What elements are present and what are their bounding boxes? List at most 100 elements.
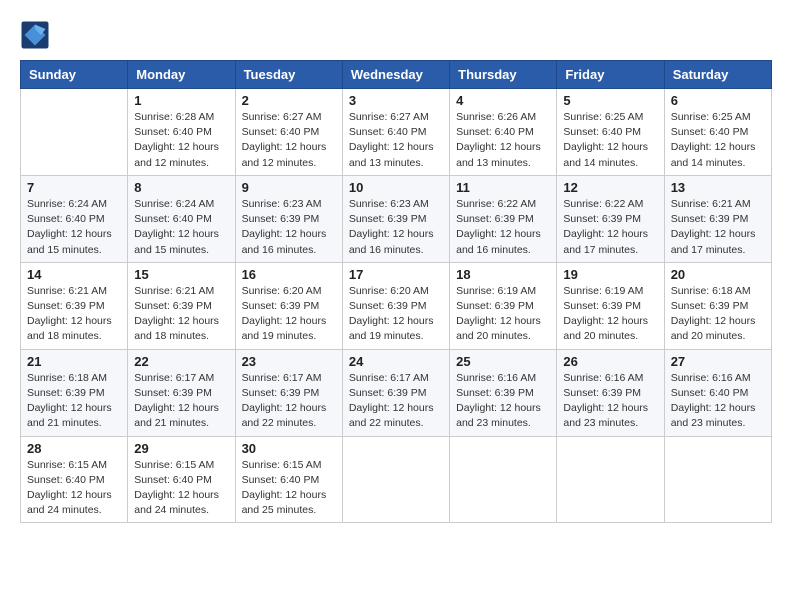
- day-of-week-header: Saturday: [664, 61, 771, 89]
- calendar-cell: 28 Sunrise: 6:15 AMSunset: 6:40 PMDayligh…: [21, 436, 128, 523]
- calendar-cell: 20Sunrise: 6:18 AMSunset: 6:39 PMDayligh…: [664, 262, 771, 349]
- day-number: 4: [456, 93, 550, 108]
- day-number: 25: [456, 354, 550, 369]
- cell-info: Sunrise: 6:24 AMSunset: 6:40 PMDaylight:…: [27, 197, 121, 258]
- calendar-cell: 22 Sunrise: 6:17 AMSunset: 6:39 PMDayligh…: [128, 349, 235, 436]
- day-number: 27: [671, 354, 765, 369]
- cell-info: Sunrise: 6:23 AMSunset: 6:39 PMDaylight:…: [349, 197, 443, 258]
- day-number: 5: [563, 93, 657, 108]
- cell-info: Sunrise: 6:21 AMSunset: 6:39 PMDaylight:…: [671, 197, 765, 258]
- cell-info: Sunrise: 6:15 AMSunset: 6:40 PMDaylight:…: [27, 458, 121, 519]
- cell-info: Sunrise: 6:20 AMSunset: 6:39 PMDaylight:…: [349, 284, 443, 345]
- day-number: 11: [456, 180, 550, 195]
- cell-info: Sunrise: 6:22 AMSunset: 6:39 PMDaylight:…: [563, 197, 657, 258]
- cell-info: Sunrise: 6:15 AMSunset: 6:40 PMDaylight:…: [134, 458, 228, 519]
- cell-info: Sunrise: 6:16 AMSunset: 6:39 PMDaylight:…: [563, 371, 657, 432]
- calendar-cell: 9 Sunrise: 6:23 AMSunset: 6:39 PMDaylight…: [235, 175, 342, 262]
- calendar-cell: 18Sunrise: 6:19 AMSunset: 6:39 PMDayligh…: [450, 262, 557, 349]
- calendar-cell: 24 Sunrise: 6:17 AMSunset: 6:39 PMDayligh…: [342, 349, 449, 436]
- day-number: 16: [242, 267, 336, 282]
- day-number: 6: [671, 93, 765, 108]
- day-number: 15: [134, 267, 228, 282]
- logo: [20, 20, 54, 50]
- page-container: SundayMondayTuesdayWednesdayThursdayFrid…: [20, 20, 772, 523]
- logo-icon: [20, 20, 50, 50]
- calendar-cell: 8 Sunrise: 6:24 AMSunset: 6:40 PMDaylight…: [128, 175, 235, 262]
- cell-info: Sunrise: 6:18 AMSunset: 6:39 PMDaylight:…: [671, 284, 765, 345]
- day-number: 24: [349, 354, 443, 369]
- calendar-cell: 21 Sunrise: 6:18 AMSunset: 6:39 PMDayligh…: [21, 349, 128, 436]
- calendar-cell: 1 Sunrise: 6:28 AMSunset: 6:40 PMDaylight…: [128, 89, 235, 176]
- day-number: 21: [27, 354, 121, 369]
- calendar-cell: [21, 89, 128, 176]
- day-number: 8: [134, 180, 228, 195]
- day-number: 7: [27, 180, 121, 195]
- calendar-cell: 3 Sunrise: 6:27 AMSunset: 6:40 PMDaylight…: [342, 89, 449, 176]
- day-number: 9: [242, 180, 336, 195]
- day-of-week-header: Friday: [557, 61, 664, 89]
- header: [20, 20, 772, 50]
- calendar-cell: 15 Sunrise: 6:21 AMSunset: 6:39 PMDayligh…: [128, 262, 235, 349]
- calendar-cell: [450, 436, 557, 523]
- cell-info: Sunrise: 6:16 AMSunset: 6:39 PMDaylight:…: [456, 371, 550, 432]
- calendar-cell: 25 Sunrise: 6:16 AMSunset: 6:39 PMDayligh…: [450, 349, 557, 436]
- day-number: 3: [349, 93, 443, 108]
- calendar-cell: 17 Sunrise: 6:20 AMSunset: 6:39 PMDayligh…: [342, 262, 449, 349]
- calendar-table: SundayMondayTuesdayWednesdayThursdayFrid…: [20, 60, 772, 523]
- cell-info: Sunrise: 6:19 AMSunset: 6:39 PMDaylight:…: [563, 284, 657, 345]
- cell-info: Sunrise: 6:27 AMSunset: 6:40 PMDaylight:…: [349, 110, 443, 171]
- cell-info: Sunrise: 6:21 AMSunset: 6:39 PMDaylight:…: [27, 284, 121, 345]
- calendar-header-row: SundayMondayTuesdayWednesdayThursdayFrid…: [21, 61, 772, 89]
- calendar-cell: 29 Sunrise: 6:15 AMSunset: 6:40 PMDayligh…: [128, 436, 235, 523]
- calendar-cell: 19 Sunrise: 6:19 AMSunset: 6:39 PMDayligh…: [557, 262, 664, 349]
- calendar-cell: 27 Sunrise: 6:16 AMSunset: 6:40 PMDayligh…: [664, 349, 771, 436]
- calendar-cell: 7 Sunrise: 6:24 AMSunset: 6:40 PMDaylight…: [21, 175, 128, 262]
- cell-info: Sunrise: 6:23 AMSunset: 6:39 PMDaylight:…: [242, 197, 336, 258]
- cell-info: Sunrise: 6:17 AMSunset: 6:39 PMDaylight:…: [349, 371, 443, 432]
- cell-info: Sunrise: 6:16 AMSunset: 6:40 PMDaylight:…: [671, 371, 765, 432]
- calendar-cell: 10 Sunrise: 6:23 AMSunset: 6:39 PMDayligh…: [342, 175, 449, 262]
- calendar-cell: [557, 436, 664, 523]
- calendar-cell: 5Sunrise: 6:25 AMSunset: 6:40 PMDaylight…: [557, 89, 664, 176]
- cell-info: Sunrise: 6:28 AMSunset: 6:40 PMDaylight:…: [134, 110, 228, 171]
- cell-info: Sunrise: 6:18 AMSunset: 6:39 PMDaylight:…: [27, 371, 121, 432]
- calendar-cell: [342, 436, 449, 523]
- day-number: 18: [456, 267, 550, 282]
- day-number: 26: [563, 354, 657, 369]
- calendar-week-row: 14 Sunrise: 6:21 AMSunset: 6:39 PMDayligh…: [21, 262, 772, 349]
- calendar-cell: 4 Sunrise: 6:26 AMSunset: 6:40 PMDaylight…: [450, 89, 557, 176]
- day-number: 17: [349, 267, 443, 282]
- calendar-cell: 30Sunrise: 6:15 AMSunset: 6:40 PMDayligh…: [235, 436, 342, 523]
- cell-info: Sunrise: 6:17 AMSunset: 6:39 PMDaylight:…: [134, 371, 228, 432]
- day-of-week-header: Wednesday: [342, 61, 449, 89]
- day-number: 14: [27, 267, 121, 282]
- calendar-week-row: 7 Sunrise: 6:24 AMSunset: 6:40 PMDaylight…: [21, 175, 772, 262]
- day-number: 30: [242, 441, 336, 456]
- cell-info: Sunrise: 6:26 AMSunset: 6:40 PMDaylight:…: [456, 110, 550, 171]
- day-number: 2: [242, 93, 336, 108]
- day-of-week-header: Monday: [128, 61, 235, 89]
- day-number: 22: [134, 354, 228, 369]
- cell-info: Sunrise: 6:24 AMSunset: 6:40 PMDaylight:…: [134, 197, 228, 258]
- cell-info: Sunrise: 6:20 AMSunset: 6:39 PMDaylight:…: [242, 284, 336, 345]
- calendar-cell: 11Sunrise: 6:22 AMSunset: 6:39 PMDayligh…: [450, 175, 557, 262]
- calendar-cell: [664, 436, 771, 523]
- calendar-cell: 13Sunrise: 6:21 AMSunset: 6:39 PMDayligh…: [664, 175, 771, 262]
- calendar-cell: 2 Sunrise: 6:27 AMSunset: 6:40 PMDaylight…: [235, 89, 342, 176]
- calendar-week-row: 28 Sunrise: 6:15 AMSunset: 6:40 PMDayligh…: [21, 436, 772, 523]
- calendar-cell: 16 Sunrise: 6:20 AMSunset: 6:39 PMDayligh…: [235, 262, 342, 349]
- cell-info: Sunrise: 6:21 AMSunset: 6:39 PMDaylight:…: [134, 284, 228, 345]
- day-of-week-header: Sunday: [21, 61, 128, 89]
- cell-info: Sunrise: 6:25 AMSunset: 6:40 PMDaylight:…: [671, 110, 765, 171]
- day-number: 19: [563, 267, 657, 282]
- day-number: 12: [563, 180, 657, 195]
- day-number: 10: [349, 180, 443, 195]
- calendar-cell: 14 Sunrise: 6:21 AMSunset: 6:39 PMDayligh…: [21, 262, 128, 349]
- calendar-cell: 12 Sunrise: 6:22 AMSunset: 6:39 PMDayligh…: [557, 175, 664, 262]
- day-number: 1: [134, 93, 228, 108]
- day-number: 28: [27, 441, 121, 456]
- cell-info: Sunrise: 6:27 AMSunset: 6:40 PMDaylight:…: [242, 110, 336, 171]
- day-number: 23: [242, 354, 336, 369]
- calendar-cell: 26 Sunrise: 6:16 AMSunset: 6:39 PMDayligh…: [557, 349, 664, 436]
- day-number: 29: [134, 441, 228, 456]
